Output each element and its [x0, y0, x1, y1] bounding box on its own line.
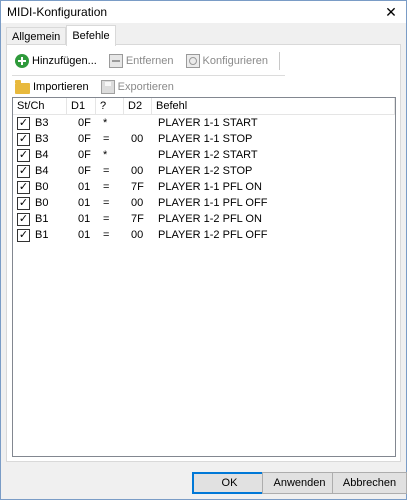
befehl-cell: PLAYER 1-2 PFL OFF [158, 229, 268, 241]
condition-cell: = [103, 229, 110, 241]
column-header-condition[interactable]: ? [96, 98, 124, 115]
stch-cell: ✓ B3 [13, 132, 67, 146]
list-header: St/Ch D1 ? D2 Befehl [13, 98, 395, 115]
stch-value: B4 [35, 149, 49, 161]
row-checkbox[interactable]: ✓ [17, 228, 30, 242]
d2-cell: 00 [131, 197, 144, 209]
stch-cell: ✓ B3 [13, 116, 67, 130]
stch-cell: ✓ B0 [13, 180, 67, 194]
condition-cell: * [103, 149, 108, 161]
befehl-cell: PLAYER 1-2 PFL ON [158, 213, 262, 225]
configure-button-label: Konfigurieren [202, 55, 268, 67]
row-checkbox[interactable]: ✓ [17, 196, 30, 210]
d1-cell: 01 [78, 197, 91, 209]
add-icon [15, 54, 29, 68]
befehl-cell: PLAYER 1-2 STOP [158, 165, 253, 177]
condition-cell: = [103, 181, 110, 193]
row-checkbox[interactable]: ✓ [17, 164, 30, 178]
stch-cell: ✓ B4 [13, 164, 67, 178]
import-toolbar: Importieren Exportieren [12, 76, 183, 98]
import-button[interactable]: Importieren [12, 77, 92, 97]
remove-button-label: Entfernen [125, 55, 174, 67]
d1-cell: 0F [78, 133, 91, 145]
row-checkbox[interactable]: ✓ [17, 212, 30, 226]
d2-cell: 00 [131, 229, 144, 241]
row-checkbox[interactable]: ✓ [17, 132, 30, 146]
condition-cell: = [103, 213, 110, 225]
close-icon[interactable]: ✕ [376, 1, 406, 23]
list-item[interactable]: ✓ B0 01 = 00 PLAYER 1-1 PFL OFF [13, 195, 395, 211]
condition-cell: * [103, 117, 108, 129]
list-item[interactable]: ✓ B4 0F = 00 PLAYER 1-2 STOP [13, 163, 395, 179]
list-item[interactable]: ✓ B1 01 = 7F PLAYER 1-2 PFL ON [13, 211, 395, 227]
add-button[interactable]: Hinzufügen... [12, 51, 100, 71]
list-item[interactable]: ✓ B3 0F * PLAYER 1-1 START [13, 115, 395, 131]
d1-cell: 01 [78, 181, 91, 193]
stch-value: B1 [35, 213, 49, 225]
stch-cell: ✓ B1 [13, 228, 67, 242]
stch-value: B4 [35, 165, 49, 177]
list-item[interactable]: ✓ B4 0F * PLAYER 1-2 START [13, 147, 395, 163]
d1-cell: 0F [78, 165, 91, 177]
stch-cell: ✓ B1 [13, 212, 67, 226]
stch-value: B1 [35, 229, 49, 241]
folder-icon [15, 79, 30, 94]
d1-cell: 0F [78, 117, 91, 129]
tab-panel-befehle: Hinzufügen... Entfernen Konfigurieren Im… [6, 44, 401, 462]
column-header-befehl[interactable]: Befehl [152, 98, 395, 115]
befehl-cell: PLAYER 1-2 START [158, 149, 258, 161]
stch-cell: ✓ B0 [13, 196, 67, 210]
stch-value: B0 [35, 197, 49, 209]
toolbar-separator [278, 52, 280, 70]
stch-value: B3 [35, 117, 49, 129]
d1-cell: 01 [78, 213, 91, 225]
list-item[interactable]: ✓ B1 01 = 00 PLAYER 1-2 PFL OFF [13, 227, 395, 243]
tab-befehle[interactable]: Befehle [66, 25, 116, 46]
tab-strip: Allgemein Befehle [6, 25, 116, 46]
befehl-cell: PLAYER 1-1 START [158, 117, 258, 129]
list-item[interactable]: ✓ B0 01 = 7F PLAYER 1-1 PFL ON [13, 179, 395, 195]
condition-cell: = [103, 165, 110, 177]
row-checkbox[interactable]: ✓ [17, 180, 30, 194]
condition-cell: = [103, 133, 110, 145]
row-checkbox[interactable]: ✓ [17, 116, 30, 130]
d2-cell: 7F [131, 181, 144, 193]
befehl-cell: PLAYER 1-1 PFL OFF [158, 197, 268, 209]
column-header-stch[interactable]: St/Ch [13, 98, 67, 115]
remove-button[interactable]: Entfernen [106, 51, 177, 71]
stch-value: B0 [35, 181, 49, 193]
d2-cell: 00 [131, 133, 144, 145]
d1-cell: 0F [78, 149, 91, 161]
befehl-cell: PLAYER 1-1 PFL ON [158, 181, 262, 193]
export-button[interactable]: Exportieren [98, 77, 177, 97]
cancel-button[interactable]: Abbrechen [332, 472, 407, 494]
d2-cell: 7F [131, 213, 144, 225]
add-button-label: Hinzufügen... [32, 55, 97, 67]
stch-value: B3 [35, 133, 49, 145]
d2-cell: 00 [131, 165, 144, 177]
apply-button[interactable]: Anwenden [262, 472, 337, 494]
title-bar: MIDI-Konfiguration ✕ [1, 1, 406, 23]
condition-cell: = [103, 197, 110, 209]
befehl-cell: PLAYER 1-1 STOP [158, 133, 253, 145]
command-list[interactable]: St/Ch D1 ? D2 Befehl ✓ B3 0F * PLAYER 1-1… [12, 97, 396, 457]
import-button-label: Importieren [33, 81, 89, 93]
command-toolbar: Hinzufügen... Entfernen Konfigurieren [12, 50, 280, 72]
row-checkbox[interactable]: ✓ [17, 148, 30, 162]
configure-button[interactable]: Konfigurieren [183, 51, 271, 71]
remove-icon [108, 54, 123, 68]
list-item[interactable]: ✓ B3 0F = 00 PLAYER 1-1 STOP [13, 131, 395, 147]
window-title: MIDI-Konfiguration [7, 5, 108, 19]
ok-button[interactable]: OK [192, 472, 267, 494]
midi-config-window: MIDI-Konfiguration ✕ Allgemein Befehle H… [0, 0, 407, 500]
column-header-d2[interactable]: D2 [124, 98, 152, 115]
configure-icon [185, 54, 200, 68]
d1-cell: 01 [78, 229, 91, 241]
stch-cell: ✓ B4 [13, 148, 67, 162]
export-button-label: Exportieren [117, 81, 174, 93]
column-header-d1[interactable]: D1 [67, 98, 96, 115]
save-icon [100, 80, 115, 94]
